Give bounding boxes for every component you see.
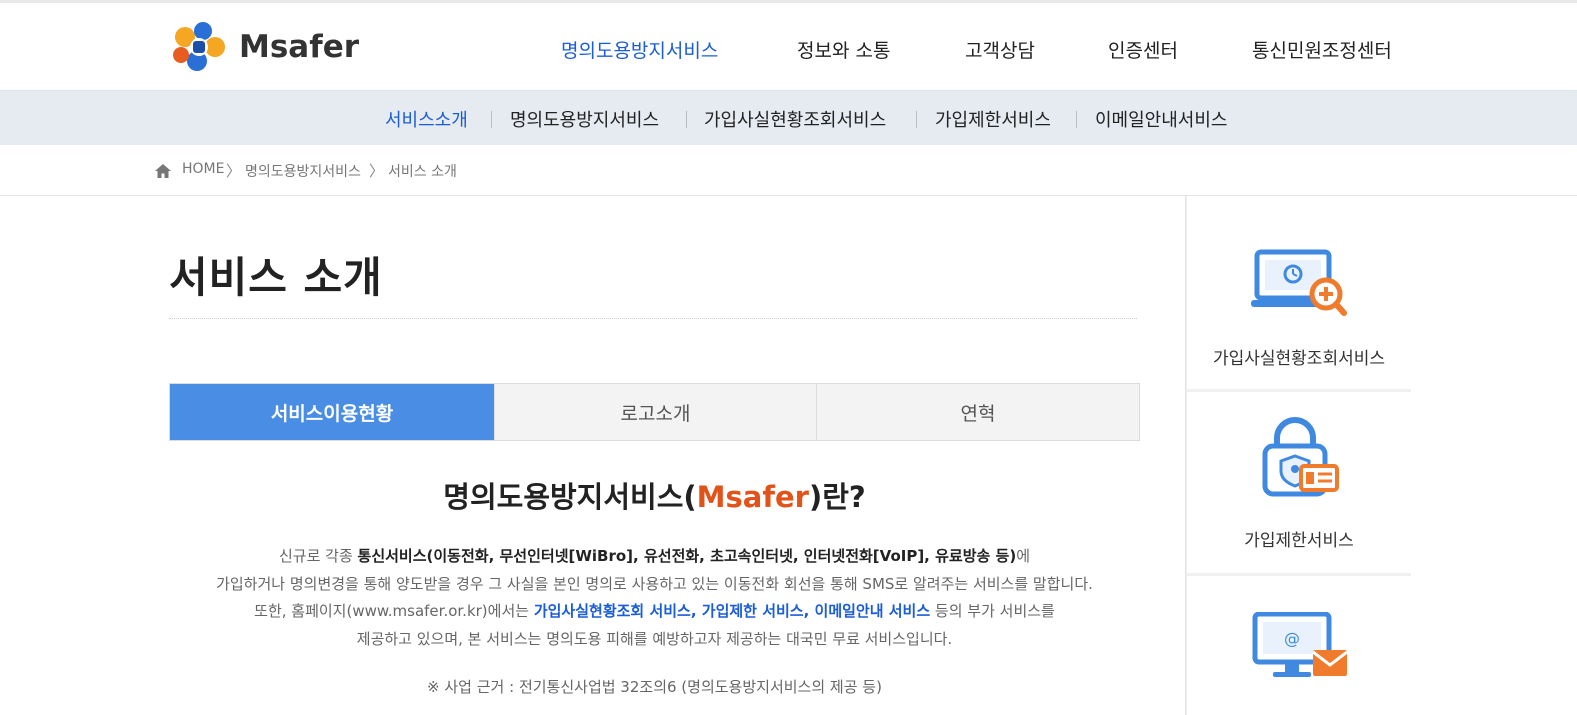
- intro-strong-text: 통신서비스(이동전화, 무선인터넷[WiBro], 유선전화, 초고속인터넷, …: [357, 547, 1017, 565]
- subnav-item-subscription-lookup[interactable]: 가입사실현황조회서비스: [704, 106, 886, 132]
- breadcrumb-separator: 〉: [369, 162, 385, 180]
- subnav-item-email-notice[interactable]: 이메일안내서비스: [1095, 106, 1227, 132]
- intro-paragraph: 신규로 각종 통신서비스(이동전화, 무선인터넷[WiBro], 유선전화, 초…: [169, 543, 1140, 653]
- subnav-divider: [1076, 111, 1077, 128]
- quick-menu-sidebar: 가입사실현황조회서비스 가입제한서비스 @: [1185, 196, 1411, 715]
- intro-line-1: 신규로 각종 통신서비스(이동전화, 무선인터넷[WiBro], 유선전화, 초…: [169, 543, 1140, 571]
- subnav-divider: [491, 111, 492, 128]
- subnav-item-theft-prevention[interactable]: 명의도용방지서비스: [510, 106, 659, 132]
- tab-service-usage[interactable]: 서비스이용현황: [170, 384, 495, 440]
- page-title: 서비스 소개: [169, 253, 383, 302]
- header: Msafer 명의도용방지서비스 정보와 소통 고객상담 인증센터 통신민원조정…: [0, 3, 1577, 90]
- quick-menu-subscription-lookup[interactable]: 가입사실현황조회서비스: [1187, 196, 1411, 389]
- svg-text:@: @: [1284, 629, 1300, 648]
- intro-line-3: 또한, 홈페이지(www.msafer.or.kr)에서는 가입사실현황조회 서…: [169, 598, 1140, 626]
- home-icon[interactable]: [155, 163, 171, 178]
- tab-history[interactable]: 연혁: [817, 384, 1139, 440]
- quick-menu-subscription-restriction[interactable]: 가입제한서비스: [1187, 392, 1411, 573]
- intro-heading-highlight: Msafer: [696, 480, 809, 514]
- subnav-divider: [686, 111, 687, 128]
- lock-id-card-icon: [1259, 416, 1343, 504]
- breadcrumb-home[interactable]: HOME: [182, 161, 224, 177]
- gnb-item-info-communication[interactable]: 정보와 소통: [797, 36, 890, 63]
- global-nav: 명의도용방지서비스 정보와 소통 고객상담 인증센터 통신민원조정센터: [0, 36, 1577, 66]
- title-divider: [169, 318, 1137, 319]
- breadcrumb-item[interactable]: 명의도용방지서비스: [245, 161, 361, 181]
- intro-line-2: 가입하거나 명의변경을 통해 양도받을 경우 그 사실을 본인 명의로 사용하고…: [216, 574, 1093, 593]
- breadcrumb: HOME 〉 명의도용방지서비스 〉 서비스 소개: [0, 145, 1577, 196]
- intro-text: 또한, 홈페이지(www.msafer.or.kr)에서는: [254, 602, 534, 620]
- subnav-item-subscription-restriction[interactable]: 가입제한서비스: [935, 106, 1051, 132]
- tab-logo-intro[interactable]: 로고소개: [495, 384, 817, 440]
- intro-text: 등의 부가 서비스를: [930, 602, 1055, 620]
- gnb-item-theft-prevention[interactable]: 명의도용방지서비스: [561, 36, 718, 63]
- legal-basis-note: ※ 사업 근거 : 전기통신사업법 32조의6 (명의도용방지서비스의 제공 등…: [427, 678, 882, 696]
- intro-heading-suffix: )란?: [808, 480, 866, 514]
- quick-menu-label: 가입사실현황조회서비스: [1212, 349, 1386, 369]
- quick-menu-email-notice[interactable]: @: [1187, 576, 1411, 715]
- intro-heading-prefix: 명의도용방지서비스(: [443, 480, 697, 514]
- gnb-item-customer-support[interactable]: 고객상담: [965, 36, 1035, 63]
- gnb-item-cert-center[interactable]: 인증센터: [1108, 36, 1178, 63]
- monitor-mail-icon: @: [1251, 611, 1351, 686]
- breadcrumb-item-current: 서비스 소개: [388, 164, 457, 180]
- intro-text: 에: [1016, 547, 1030, 565]
- subnav-divider: [916, 111, 917, 128]
- content-tabs: 서비스이용현황 로고소개 연혁: [169, 383, 1140, 441]
- intro-service-links[interactable]: 가입사실현황조회 서비스, 가입제한 서비스, 이메일안내 서비스: [534, 602, 930, 620]
- intro-line-4: 제공하고 있으며, 본 서비스는 명의도용 피해를 예방하고자 제공하는 대국민…: [356, 629, 953, 648]
- quick-menu-label: 가입제한서비스: [1244, 531, 1354, 551]
- sub-nav: 서비스소개 명의도용방지서비스 가입사실현황조회서비스 가입제한서비스 이메일안…: [0, 90, 1577, 145]
- laptop-search-icon: [1249, 248, 1349, 324]
- main-content: 서비스 소개 서비스이용현황 로고소개 연혁 명의도용방지서비스(Msafer)…: [0, 196, 1185, 715]
- subnav-item-service-intro[interactable]: 서비스소개: [385, 106, 468, 132]
- gnb-item-dispute-center[interactable]: 통신민원조정센터: [1252, 36, 1392, 63]
- intro-heading: 명의도용방지서비스(Msafer)란?: [169, 474, 1140, 516]
- breadcrumb-separator: 〉: [226, 162, 242, 180]
- intro-text: 신규로 각종: [278, 547, 358, 565]
